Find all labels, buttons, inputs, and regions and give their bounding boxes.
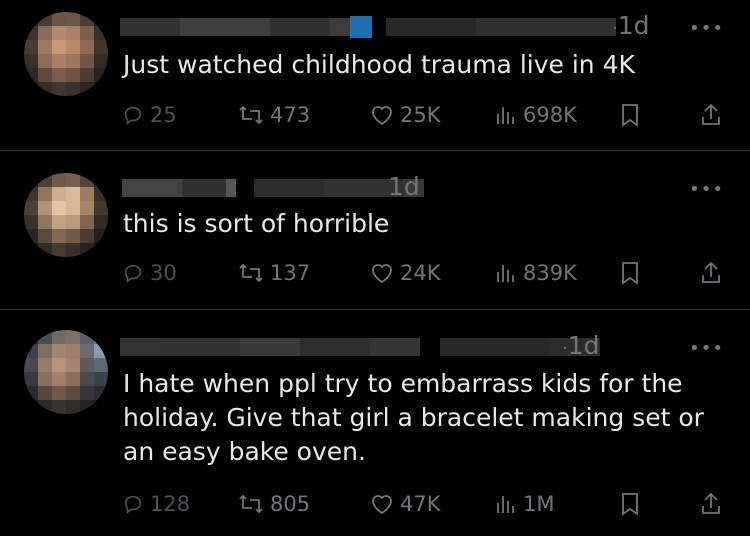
author-name-redacted[interactable] [120, 334, 600, 360]
bookmark-button[interactable] [620, 257, 640, 289]
repost-icon [239, 105, 263, 125]
views-button[interactable]: 1M [495, 488, 554, 520]
like-count: 24K [400, 261, 441, 285]
like-button[interactable]: 24K [370, 257, 441, 289]
heart-icon [372, 264, 392, 284]
reply-count: 25 [150, 103, 177, 127]
reply-count: 30 [150, 261, 177, 285]
bookmark-button[interactable] [620, 99, 640, 131]
bookmark-icon [622, 262, 638, 285]
tweet-text: this is sort of horrible [123, 209, 390, 238]
reply-button[interactable]: 128 [122, 488, 190, 520]
tweet-text: Just watched childhood trauma live in 4K [123, 50, 635, 79]
reply-icon [124, 264, 142, 283]
views-count: 698K [523, 103, 577, 127]
views-count: 839K [523, 261, 577, 285]
reply-icon [124, 106, 142, 125]
like-button[interactable]: 47K [370, 488, 441, 520]
action-bar: 25 473 25K 698K [120, 99, 730, 131]
share-icon [702, 103, 720, 125]
reply-button[interactable]: 25 [122, 99, 177, 131]
views-count: 1M [523, 492, 555, 516]
repost-button[interactable]: 137 [238, 257, 310, 289]
bookmark-icon [622, 104, 638, 127]
tweet-2[interactable]: 1d ••• this is sort of horrible 30 137 2… [0, 151, 750, 309]
share-button[interactable] [700, 99, 722, 131]
reply-button[interactable]: 30 [122, 257, 177, 289]
avatar[interactable] [24, 12, 108, 96]
share-icon [702, 492, 720, 514]
heart-icon [372, 106, 392, 126]
author-name-redacted[interactable] [122, 175, 424, 201]
repost-button[interactable]: 805 [238, 488, 310, 520]
like-count: 47K [400, 492, 441, 516]
repost-count: 473 [270, 103, 311, 127]
more-horizontal-icon[interactable]: ••• [689, 340, 724, 358]
repost-icon [239, 263, 263, 283]
action-bar: 128 805 47K 1M [120, 488, 730, 520]
avatar[interactable] [24, 330, 108, 414]
repost-count: 137 [270, 261, 311, 285]
tweet-time[interactable]: ·1d [562, 332, 600, 363]
bookmark-icon [622, 493, 638, 516]
views-icon [497, 496, 514, 513]
action-bar: 30 137 24K 839K [120, 257, 730, 289]
tweet-3[interactable]: ·1d ••• I hate when ppl try to embarrass… [0, 310, 750, 536]
more-horizontal-icon[interactable]: ••• [689, 20, 724, 38]
views-button[interactable]: 698K [495, 99, 577, 131]
tweet-1[interactable]: ·1d ••• Just watched childhood trauma li… [0, 0, 750, 148]
share-button[interactable] [700, 257, 722, 289]
share-button[interactable] [700, 488, 722, 520]
repost-button[interactable]: 473 [238, 99, 310, 131]
tweet-time[interactable]: ·1d [612, 12, 650, 43]
tweet-time[interactable]: 1d [388, 173, 420, 204]
like-button[interactable]: 25K [370, 99, 441, 131]
views-icon [497, 107, 514, 124]
tweet-text: I hate when ppl try to embarrass kids fo… [123, 369, 704, 466]
more-horizontal-icon[interactable]: ••• [689, 181, 724, 199]
reply-count: 128 [150, 492, 191, 516]
author-name-redacted[interactable] [120, 14, 616, 40]
views-button[interactable]: 839K [495, 257, 577, 289]
avatar[interactable] [24, 173, 108, 257]
like-count: 25K [400, 103, 441, 127]
views-icon [497, 265, 514, 282]
bookmark-button[interactable] [620, 488, 640, 520]
share-icon [702, 261, 720, 283]
verified-badge-icon [350, 16, 372, 38]
repost-count: 805 [270, 492, 311, 516]
repost-icon [239, 494, 263, 514]
reply-icon [124, 495, 142, 514]
heart-icon [372, 495, 392, 515]
